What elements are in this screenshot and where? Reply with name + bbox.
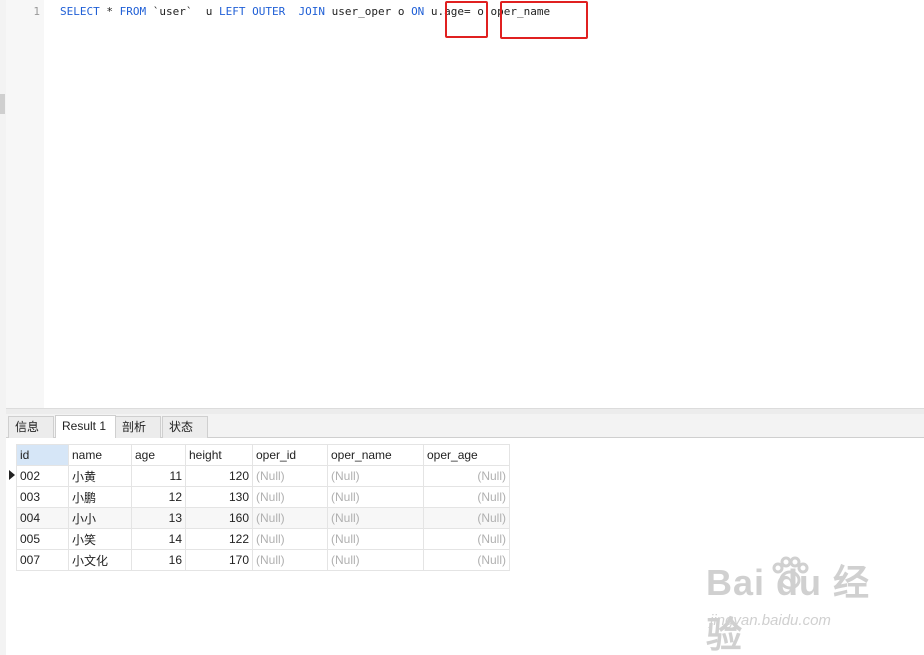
cell-oper-age[interactable]: (Null) (423, 549, 510, 571)
cell-age[interactable]: 14 (131, 528, 186, 550)
table-row[interactable]: 004 小小 13 160 (Null) (Null) (Null) (16, 507, 510, 529)
sql-token-user-table: `user` u (146, 5, 219, 18)
cell-name[interactable]: 小文化 (68, 549, 132, 571)
table-row[interactable]: 003 小鹏 12 130 (Null) (Null) (Null) (16, 486, 510, 508)
sql-keyword-from: FROM (119, 5, 147, 18)
column-header-oper-age[interactable]: oper_age (423, 444, 510, 466)
table-row[interactable]: 005 小笑 14 122 (Null) (Null) (Null) (16, 528, 510, 550)
sql-token-user-oper-table: user_oper o (324, 5, 412, 18)
cell-oper-id[interactable]: (Null) (252, 549, 328, 571)
cell-age[interactable]: 13 (131, 507, 186, 529)
cell-oper-age[interactable]: (Null) (423, 465, 510, 487)
column-header-oper-id[interactable]: oper_id (252, 444, 328, 466)
table-row[interactable]: 007 小文化 16 170 (Null) (Null) (Null) (16, 549, 510, 571)
watermark-url: jingyan.baidu.com (710, 612, 831, 629)
cell-oper-name[interactable]: (Null) (327, 465, 424, 487)
cell-oper-name[interactable]: (Null) (327, 486, 424, 508)
grid-header-row: id name age height oper_id oper_name ope… (16, 444, 510, 466)
cell-oper-age[interactable]: (Null) (423, 528, 510, 550)
column-header-name[interactable]: name (68, 444, 132, 466)
cell-oper-name[interactable]: (Null) (327, 549, 424, 571)
cell-id[interactable]: 003 (16, 486, 69, 508)
sql-keyword-join: JOIN (298, 5, 325, 18)
splitter-handle[interactable] (0, 94, 5, 114)
baidu-jingyan-watermark: Bai du 经验 jingyan.baidu.com (706, 554, 881, 655)
cell-age[interactable]: 12 (131, 486, 186, 508)
cell-id[interactable]: 007 (16, 549, 69, 571)
cell-name[interactable]: 小笑 (68, 528, 132, 550)
cell-height[interactable]: 160 (185, 507, 253, 529)
column-header-oper-name[interactable]: oper_name (327, 444, 424, 466)
tab-info[interactable]: 信息 (8, 416, 54, 438)
tab-profile[interactable]: 剖析 (115, 416, 161, 438)
result-grid: id name age height oper_id oper_name ope… (16, 444, 510, 571)
column-header-id[interactable]: id (16, 444, 69, 466)
cell-oper-name[interactable]: (Null) (327, 507, 424, 529)
cell-height[interactable]: 122 (185, 528, 253, 550)
cell-oper-id[interactable]: (Null) (252, 507, 328, 529)
column-header-height[interactable]: height (185, 444, 253, 466)
cell-name[interactable]: 小小 (68, 507, 132, 529)
cell-oper-age[interactable]: (Null) (423, 486, 510, 508)
cell-id[interactable]: 002 (16, 465, 69, 487)
line-gutter: 1 (6, 0, 44, 408)
column-header-age[interactable]: age (131, 444, 186, 466)
paw-icon (772, 556, 809, 590)
cell-oper-age[interactable]: (Null) (423, 507, 510, 529)
sql-keyword-left-outer: LEFT OUTER (218, 5, 286, 18)
cell-height[interactable]: 170 (185, 549, 253, 571)
cell-name[interactable]: 小鹏 (68, 486, 132, 508)
app-window: 1 SELECT * FROM `user` u LEFT OUTER JOIN… (0, 0, 924, 655)
cell-age[interactable]: 16 (131, 549, 186, 571)
sql-editor[interactable]: 1 SELECT * FROM `user` u LEFT OUTER JOIN… (6, 0, 924, 408)
tab-result-1[interactable]: Result 1 (55, 415, 116, 438)
cell-oper-id[interactable]: (Null) (252, 486, 328, 508)
cell-height[interactable]: 130 (185, 486, 253, 508)
current-row-indicator-icon (9, 470, 15, 480)
sql-keyword-select: SELECT (60, 5, 100, 18)
cell-age[interactable]: 11 (131, 465, 186, 487)
table-row[interactable]: 002 小黄 11 120 (Null) (Null) (Null) (16, 465, 510, 487)
tab-status[interactable]: 状态 (162, 416, 208, 438)
highlight-box-u-age (445, 1, 488, 38)
line-number: 1 (33, 5, 40, 18)
cell-id[interactable]: 004 (16, 507, 69, 529)
cell-oper-id[interactable]: (Null) (252, 465, 328, 487)
cell-oper-name[interactable]: (Null) (327, 528, 424, 550)
cell-id[interactable]: 005 (16, 528, 69, 550)
result-tabbar: 信息 Result 1 剖析 状态 (6, 414, 924, 438)
sql-token-space (285, 5, 298, 18)
highlight-box-o-oper-name (500, 1, 588, 39)
sql-keyword-on: ON (411, 5, 425, 18)
sql-token-star: * (99, 5, 120, 18)
cell-height[interactable]: 120 (185, 465, 253, 487)
cell-oper-id[interactable]: (Null) (252, 528, 328, 550)
cell-name[interactable]: 小黄 (68, 465, 132, 487)
